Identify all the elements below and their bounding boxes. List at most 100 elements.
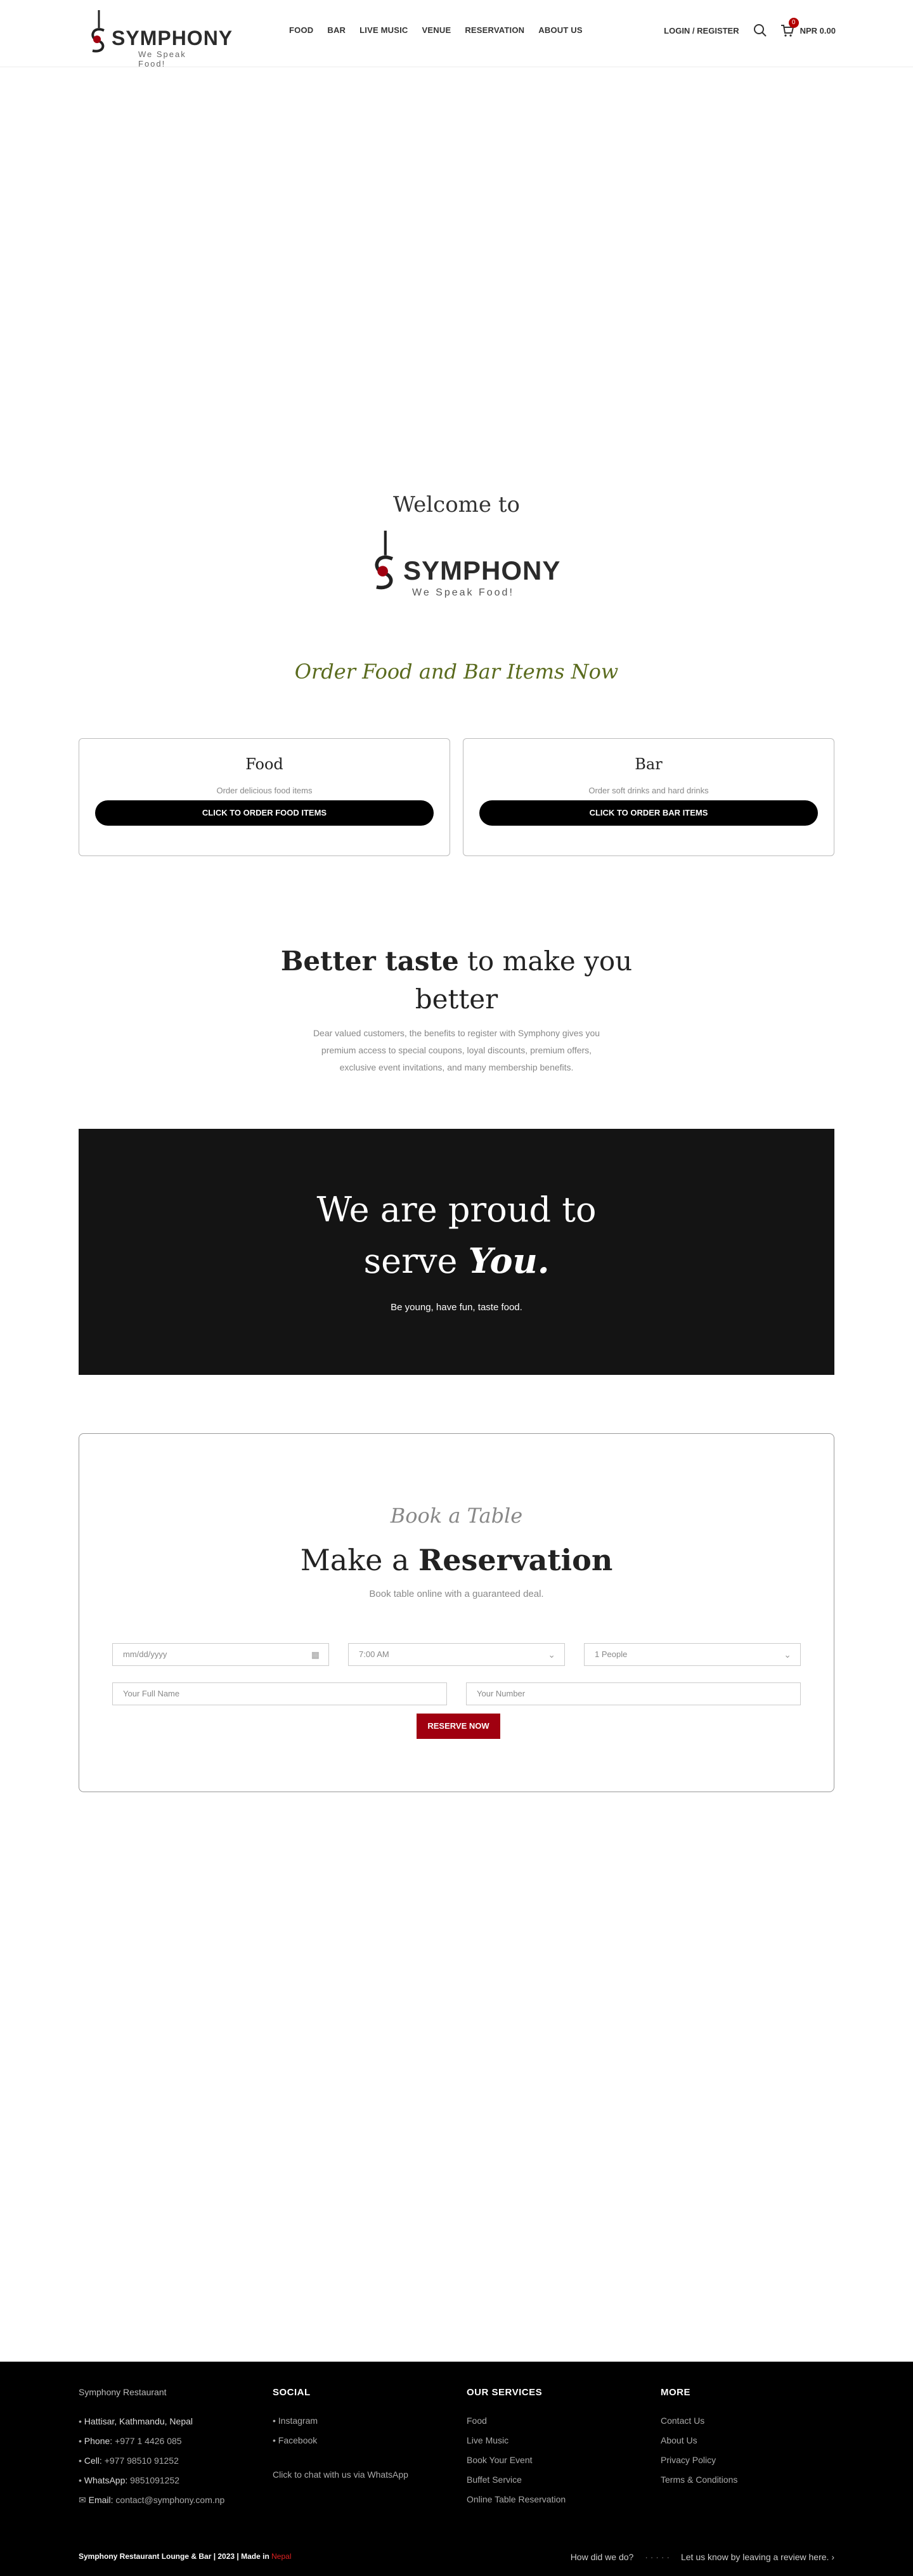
date-placeholder: mm/dd/yyyy bbox=[123, 1649, 167, 1659]
footer-contact-col: Symphony Restaurant • Hattisar, Kathmand… bbox=[79, 2387, 224, 2515]
full-name-input[interactable]: Your Full Name bbox=[112, 1682, 447, 1705]
footer-services-col: OUR SERVICES Food Live Music Book Your E… bbox=[467, 2387, 566, 2514]
bar-card: Bar Order soft drinks and hard drinks CL… bbox=[463, 738, 834, 856]
food-card-title: Food bbox=[245, 755, 283, 773]
review-question: How did we do? bbox=[570, 2552, 634, 2562]
proud-line2b: You. bbox=[468, 1240, 550, 1281]
site-header: SYMPHONY We Speak Food! FOOD BAR LIVE MU… bbox=[0, 0, 913, 68]
copyright-nepal-link[interactable]: Nepal bbox=[271, 2552, 291, 2561]
logo-mark-icon bbox=[375, 530, 394, 590]
site-logo[interactable]: SYMPHONY We Speak Food! bbox=[82, 8, 232, 68]
order-heading: Order Food and Bar Items Now bbox=[294, 660, 619, 684]
footer-address: • Hattisar, Kathmandu, Nepal bbox=[79, 2416, 193, 2426]
proud-line2a: serve bbox=[363, 1241, 469, 1281]
review-prompt: How did we do? · · · · · Let us know by … bbox=[571, 2552, 834, 2562]
chevron-right-icon: › bbox=[831, 2552, 834, 2562]
search-icon[interactable] bbox=[753, 23, 767, 37]
date-input[interactable]: mm/dd/yyyy ▦ bbox=[112, 1643, 329, 1666]
footer-more-link[interactable]: Contact Us bbox=[661, 2416, 737, 2426]
footer-more-link[interactable]: Privacy Policy bbox=[661, 2455, 737, 2465]
number-input[interactable]: Your Number bbox=[466, 1682, 801, 1705]
bar-card-title: Bar bbox=[635, 755, 663, 773]
footer-service-link[interactable]: Online Table Reservation bbox=[467, 2494, 566, 2504]
footer-social-col: SOCIAL • Instagram • Facebook Click to c… bbox=[273, 2387, 408, 2489]
footer-service-link[interactable]: Book Your Event bbox=[467, 2455, 566, 2465]
copyright: Symphony Restaurant Lounge & Bar | 2023 … bbox=[79, 2552, 292, 2561]
cart-icon[interactable]: 0 bbox=[780, 18, 799, 38]
nav-venue[interactable]: VENUE bbox=[422, 25, 451, 35]
welcome-heading: Welcome to bbox=[393, 492, 520, 517]
order-food-button[interactable]: CLICK TO ORDER FOOD ITEMS bbox=[95, 800, 434, 826]
envelope-icon: ✉ bbox=[79, 2495, 89, 2505]
footer-email: ✉ Email: contact@symphony.com.np bbox=[79, 2495, 225, 2505]
reservation-title-a: Make a bbox=[300, 1543, 418, 1577]
reserve-now-button[interactable]: RESERVE NOW bbox=[417, 1714, 500, 1739]
cart-count-badge: 0 bbox=[788, 18, 799, 28]
star-rating-icons[interactable]: · · · · · bbox=[645, 2552, 670, 2562]
reservation-kicker: Book a Table bbox=[390, 1504, 523, 1528]
welcome-logo-tagline: We Speak Food! bbox=[412, 587, 514, 598]
proud-banner: We are proud to serve You. Be young, hav… bbox=[79, 1129, 834, 1375]
proud-subtitle: Be young, have fun, taste food. bbox=[391, 1302, 522, 1313]
whatsapp-chat-image[interactable]: Click to chat with us via WhatsApp bbox=[273, 2469, 408, 2480]
footer-instagram-link[interactable]: • Instagram bbox=[273, 2416, 408, 2426]
footer-social-title: SOCIAL bbox=[273, 2387, 311, 2398]
bar-card-desc: Order soft drinks and hard drinks bbox=[588, 786, 709, 795]
logo-word: SYMPHONY bbox=[112, 27, 233, 49]
reservation-panel: Book a Table Make a Reservation Book tab… bbox=[79, 1433, 834, 1792]
footer-phone: • Phone: +977 1 4426 085 bbox=[79, 2436, 182, 2446]
footer-service-link[interactable]: Buffet Service bbox=[467, 2475, 566, 2485]
whatsapp-icon: • bbox=[79, 2475, 84, 2485]
facebook-icon: • bbox=[273, 2435, 278, 2445]
reservation-title: Make a Reservation bbox=[79, 1543, 834, 1577]
nav-food[interactable]: FOOD bbox=[289, 25, 313, 35]
time-select[interactable]: 7:00 AM ⌄ bbox=[348, 1643, 565, 1666]
instagram-icon: • bbox=[273, 2416, 278, 2426]
better-taste-desc: Dear valued customers, the benefits to r… bbox=[313, 1028, 600, 1072]
nav-live-music[interactable]: LIVE MUSIC bbox=[359, 25, 408, 35]
proud-line1: We are proud to bbox=[316, 1190, 597, 1230]
nav-reservation[interactable]: RESERVATION bbox=[465, 25, 524, 35]
calendar-icon: ▦ bbox=[311, 1649, 320, 1660]
footer-logo-alt: Symphony Restaurant bbox=[79, 2387, 167, 2397]
footer-facebook-link[interactable]: • Facebook bbox=[273, 2435, 408, 2445]
logo-tagline: We Speak Food! bbox=[138, 49, 186, 68]
better-taste-heading: Better taste to make you better bbox=[279, 942, 634, 1018]
footer-service-link[interactable]: Food bbox=[467, 2416, 566, 2426]
cart-total[interactable]: NPR 0.00 bbox=[800, 26, 836, 36]
welcome-logo: SYMPHONY We Speak Food! bbox=[368, 529, 560, 600]
people-select[interactable]: 1 People ⌄ bbox=[584, 1643, 801, 1666]
site-footer: Symphony Restaurant • Hattisar, Kathmand… bbox=[0, 2362, 913, 2576]
footer-services-title: OUR SERVICES bbox=[467, 2387, 543, 2398]
phone-icon: • bbox=[79, 2436, 84, 2446]
location-icon: • bbox=[79, 2416, 84, 2426]
logo-mark-icon bbox=[91, 10, 105, 53]
reservation-title-b: Reservation bbox=[418, 1543, 613, 1577]
time-value: 7:00 AM bbox=[359, 1649, 389, 1659]
footer-more-link[interactable]: Terms & Conditions bbox=[661, 2475, 737, 2485]
main-nav: FOOD BAR LIVE MUSIC VENUE RESERVATION AB… bbox=[289, 25, 597, 35]
name-placeholder: Your Full Name bbox=[123, 1689, 180, 1698]
food-card-desc: Order delicious food items bbox=[216, 786, 313, 795]
review-cta-link[interactable]: Let us know by leaving a review here. bbox=[681, 2552, 829, 2562]
proud-title: We are proud to serve You. bbox=[79, 1185, 834, 1287]
better-taste-bold: Better taste bbox=[280, 946, 459, 977]
footer-more-title: MORE bbox=[661, 2387, 690, 2398]
footer-whatsapp: • WhatsApp: 9851091252 bbox=[79, 2475, 180, 2485]
welcome-logo-word: SYMPHONY bbox=[403, 556, 561, 585]
order-bar-button[interactable]: CLICK TO ORDER BAR ITEMS bbox=[479, 800, 818, 826]
login-register-link[interactable]: LOGIN / REGISTER bbox=[664, 26, 739, 36]
people-value: 1 People bbox=[595, 1649, 628, 1659]
footer-logo-image: Symphony Restaurant bbox=[79, 2387, 224, 2397]
header-actions: LOGIN / REGISTER 0 NPR 0.00 bbox=[664, 18, 836, 38]
nav-about-us[interactable]: ABOUT US bbox=[538, 25, 583, 35]
chevron-down-icon: ⌄ bbox=[784, 1649, 791, 1660]
mobile-icon: • bbox=[79, 2456, 84, 2466]
number-placeholder: Your Number bbox=[477, 1689, 526, 1698]
footer-cell: • Cell: +977 98510 91252 bbox=[79, 2456, 179, 2466]
reservation-subtitle: Book table online with a guaranteed deal… bbox=[369, 1589, 544, 1599]
footer-service-link[interactable]: Live Music bbox=[467, 2435, 566, 2445]
chevron-down-icon: ⌄ bbox=[548, 1649, 555, 1660]
footer-more-link[interactable]: About Us bbox=[661, 2435, 737, 2445]
nav-bar[interactable]: BAR bbox=[327, 25, 346, 35]
